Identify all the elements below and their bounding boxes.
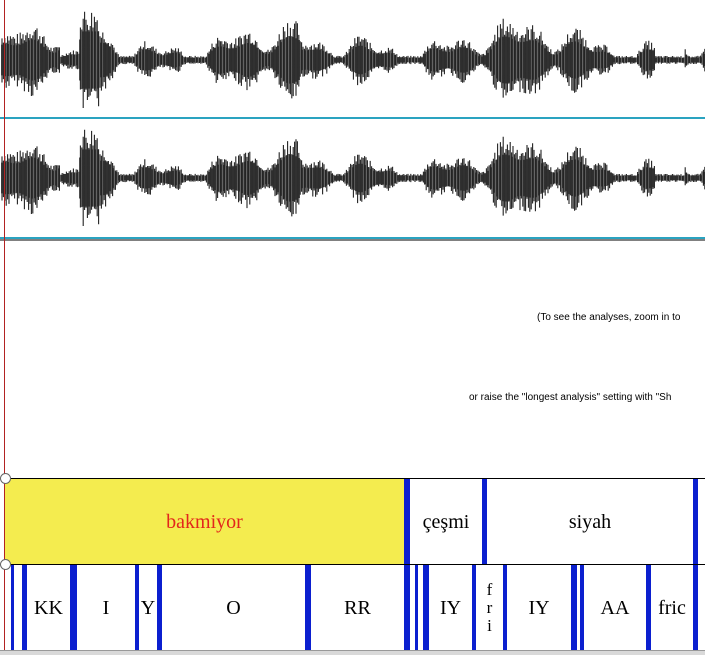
phone-interval[interactable]: fric [651, 565, 693, 651]
phone-tier[interactable]: KK I Y O RR IY fri IY AA fric [5, 564, 705, 651]
phone-label: I [102, 596, 110, 619]
phone-interval[interactable]: RR [311, 565, 404, 651]
phone-interval[interactable]: IY [507, 565, 571, 651]
phone-label: fric [658, 596, 686, 619]
phone-label: RR [344, 596, 371, 619]
phone-boundary[interactable] [693, 565, 698, 651]
phone-boundary[interactable] [571, 565, 577, 651]
phone-label: Y [140, 596, 156, 619]
phone-boundary[interactable] [404, 565, 410, 651]
word-label: çeşmi [422, 510, 470, 533]
phone-interval[interactable]: I [77, 565, 135, 651]
word-tier[interactable]: bakmiyor çeşmi siyah [5, 478, 705, 565]
word-label: siyah [568, 510, 612, 533]
phone-label: O [226, 596, 241, 619]
phone-boundary[interactable] [415, 565, 418, 651]
word-interval[interactable]: çeşmi [410, 479, 482, 565]
phone-boundary[interactable] [11, 565, 14, 651]
phone-interval[interactable]: AA [584, 565, 646, 651]
textgrid-editor[interactable]: (To see the analyses, zoom in to or rais… [0, 0, 705, 655]
channel-2-waveform [1, 129, 705, 226]
word-interval[interactable]: bakmiyor [5, 479, 404, 565]
waveform-display[interactable] [0, 0, 705, 478]
phone-interval[interactable]: Y [139, 565, 157, 651]
phone-interval[interactable]: IY [429, 565, 472, 651]
phone-label: IY [439, 596, 462, 619]
phone-label: IY [528, 596, 550, 619]
analysis-hint-line-1: (To see the analyses, zoom in to [537, 312, 681, 323]
word-boundary[interactable] [693, 479, 698, 565]
bottom-scrollbar[interactable] [0, 650, 705, 655]
phone-boundary[interactable] [70, 565, 77, 651]
phone-interval[interactable]: KK [27, 565, 70, 651]
phone-label: fri [486, 580, 493, 635]
phone-label: KK [34, 596, 63, 619]
phone-tier-handle[interactable] [0, 559, 11, 570]
word-interval[interactable]: siyah [487, 479, 693, 565]
phone-interval[interactable]: fri [476, 565, 503, 651]
word-label: bakmiyor [166, 510, 243, 533]
phone-label: AA [600, 596, 630, 619]
analysis-hint-line-2: or raise the "longest analysis" setting … [469, 392, 672, 403]
phone-interval[interactable]: O [162, 565, 305, 651]
channel-1-waveform [1, 11, 705, 108]
cursor-line[interactable] [4, 0, 5, 655]
word-tier-handle[interactable] [0, 473, 11, 484]
